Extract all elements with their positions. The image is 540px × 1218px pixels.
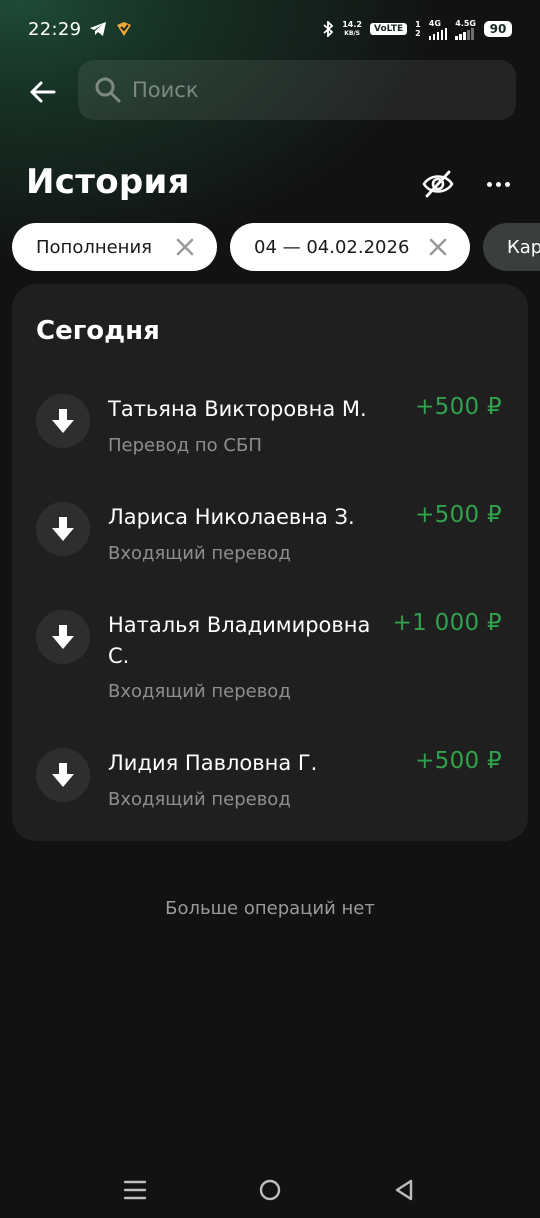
bluetooth-icon (323, 21, 334, 37)
circle-icon (259, 1179, 281, 1201)
section-title: Сегодня (36, 316, 160, 346)
volte-badge: VoLTE (369, 23, 408, 35)
close-icon[interactable] (428, 237, 448, 257)
page-title: История (26, 162, 190, 202)
hide-balance-button[interactable] (420, 166, 456, 202)
arrow-left-icon (30, 81, 56, 103)
transaction-amount: +500 ₽ (415, 394, 502, 420)
signal-1: 4G (428, 19, 448, 40)
system-nav-bar (0, 1160, 540, 1218)
triangle-back-icon (395, 1179, 413, 1201)
transaction-amount: +1 000 ₽ (392, 610, 502, 636)
incoming-arrow-icon (36, 394, 90, 448)
filter-chip-label: Пополнения (36, 236, 152, 258)
signal-bars-icon (455, 27, 474, 40)
filter-chip-label: Кар (507, 236, 540, 258)
battery-indicator: 90 (484, 21, 512, 37)
filter-chip-date[interactable]: 04 — 04.02.2026 (230, 223, 470, 271)
home-button[interactable] (252, 1172, 288, 1208)
menu-icon (123, 1180, 147, 1200)
signal-bars-icon (428, 27, 448, 40)
app-notification-icon (117, 22, 132, 36)
transaction-name: Наталья Владимировна С. (108, 613, 371, 668)
incoming-arrow-icon (36, 610, 90, 664)
incoming-arrow-icon (36, 502, 90, 556)
transaction-name: Лидия Павловна Г. (108, 751, 318, 775)
more-dot-icon (486, 181, 492, 187)
filter-chip-label: 04 — 04.02.2026 (254, 236, 410, 258)
transaction-type: Входящий перевод (108, 789, 291, 810)
transaction-row[interactable]: Наталья Владимировна С. Входящий перевод… (12, 610, 528, 720)
network-speed: 14.2 KB/S (342, 20, 362, 37)
search-bar[interactable] (78, 60, 516, 120)
transaction-name: Татьяна Викторовна М. (108, 397, 367, 421)
back-button[interactable] (22, 72, 62, 112)
system-back-button[interactable] (386, 1172, 422, 1208)
eye-off-icon (422, 170, 454, 198)
search-header (0, 60, 540, 122)
transaction-type: Перевод по СБП (108, 435, 262, 456)
filter-chips: Пополнения 04 — 04.02.2026 Кар (12, 223, 540, 271)
status-time: 22:29 (28, 18, 82, 40)
more-dot-icon (504, 181, 510, 187)
signal-2: 4.5G (455, 19, 476, 40)
incoming-arrow-icon (36, 748, 90, 802)
transaction-row[interactable]: Лариса Николаевна З. Входящий перевод +5… (12, 502, 528, 582)
recent-apps-button[interactable] (117, 1172, 153, 1208)
transaction-amount: +500 ₽ (415, 502, 502, 528)
filter-chip-topups[interactable]: Пополнения (12, 223, 217, 271)
close-icon[interactable] (175, 237, 195, 257)
telegram-icon (90, 22, 107, 36)
no-more-operations-note: Больше операций нет (165, 898, 375, 919)
search-input[interactable] (132, 78, 492, 102)
transaction-type: Входящий перевод (108, 543, 291, 564)
transaction-amount: +500 ₽ (415, 748, 502, 774)
transaction-type: Входящий перевод (108, 681, 291, 702)
transaction-row[interactable]: Лидия Павловна Г. Входящий перевод +500 … (12, 748, 528, 828)
status-bar: 22:29 14.2 KB/S VoLTE 1 2 4G 4.5G 90 (0, 0, 540, 58)
search-icon (95, 77, 121, 103)
filter-chip-cards[interactable]: Кар (483, 223, 540, 271)
sim-indicator: 1 2 (415, 20, 421, 38)
transaction-name: Лариса Николаевна З. (108, 505, 355, 529)
transaction-row[interactable]: Татьяна Викторовна М. Перевод по СБП +50… (12, 394, 528, 474)
transactions-card: Сегодня Татьяна Викторовна М. Перевод по… (12, 284, 528, 841)
more-dot-icon (495, 181, 501, 187)
more-options-button[interactable] (480, 166, 516, 202)
title-row: История (0, 158, 540, 214)
